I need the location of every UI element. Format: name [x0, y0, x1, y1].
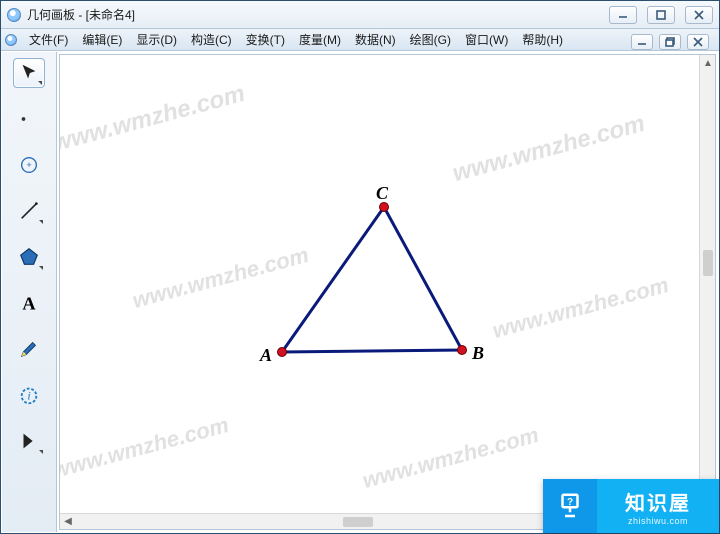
canvas-wrap: www.wmzhe.comwww.wmzhe.comwww.wmzhe.comw… — [59, 54, 716, 530]
menu-help[interactable]: 帮助(H) — [516, 29, 569, 50]
svg-text:i: i — [27, 389, 30, 403]
doc-icon — [5, 34, 17, 46]
line-tool[interactable] — [13, 196, 45, 226]
titlebar: 几何画板 - [未命名4] — [1, 1, 719, 29]
point-label-A: A — [260, 345, 272, 366]
point-B[interactable] — [458, 346, 467, 355]
triangle[interactable] — [282, 207, 462, 352]
toolbar: + A i — [2, 52, 57, 532]
menu-file[interactable]: 文件(F) — [23, 29, 74, 50]
badge-title: 知识屋 — [625, 487, 691, 516]
point-label-C: C — [376, 183, 388, 204]
scroll-up-icon[interactable]: ▲ — [700, 55, 716, 71]
svg-text:?: ? — [567, 497, 573, 508]
point-A[interactable] — [278, 348, 287, 357]
maximize-button[interactable] — [647, 6, 675, 24]
menu-plot[interactable]: 绘图(G) — [404, 29, 457, 50]
drawing-svg — [60, 55, 698, 512]
polygon-tool[interactable] — [13, 242, 45, 272]
circle-tool[interactable]: + — [13, 150, 45, 180]
window-title: 几何画板 - [未命名4] — [27, 6, 135, 23]
menu-transform[interactable]: 变换(T) — [240, 29, 291, 50]
badge-logo-icon: ? — [543, 479, 597, 533]
app-icon — [7, 8, 21, 22]
menu-window[interactable]: 窗口(W) — [459, 29, 514, 50]
menu-data[interactable]: 数据(N) — [349, 29, 402, 50]
select-tool[interactable] — [13, 58, 45, 88]
menu-edit[interactable]: 编辑(E) — [76, 29, 128, 50]
vertical-scrollbar[interactable]: ▲ ▼ — [699, 55, 715, 512]
text-tool[interactable]: A — [13, 288, 45, 318]
point-label-B: B — [472, 343, 484, 364]
pen-tool[interactable] — [13, 334, 45, 364]
site-badge: ? 知识屋 zhishiwu.com — [543, 479, 719, 533]
scroll-left-icon[interactable]: ◀ — [60, 514, 76, 530]
child-minimize-button[interactable] — [631, 34, 653, 50]
svg-text:+: + — [26, 160, 31, 170]
canvas[interactable]: www.wmzhe.comwww.wmzhe.comwww.wmzhe.comw… — [60, 55, 698, 512]
custom-tool[interactable] — [13, 426, 45, 456]
close-button[interactable] — [685, 6, 713, 24]
menu-display[interactable]: 显示(D) — [130, 29, 183, 50]
badge-sub: zhishiwu.com — [628, 516, 688, 526]
svg-text:A: A — [22, 293, 36, 313]
point-tool[interactable] — [13, 104, 45, 134]
minimize-button[interactable] — [609, 6, 637, 24]
info-tool[interactable]: i — [13, 380, 45, 410]
menu-construct[interactable]: 构造(C) — [185, 29, 238, 50]
child-window-controls — [627, 34, 709, 50]
child-close-button[interactable] — [687, 34, 709, 50]
menu-measure[interactable]: 度量(M) — [293, 29, 347, 50]
child-restore-button[interactable] — [659, 34, 681, 50]
menubar: 文件(F) 编辑(E) 显示(D) 构造(C) 变换(T) 度量(M) 数据(N… — [1, 29, 719, 51]
